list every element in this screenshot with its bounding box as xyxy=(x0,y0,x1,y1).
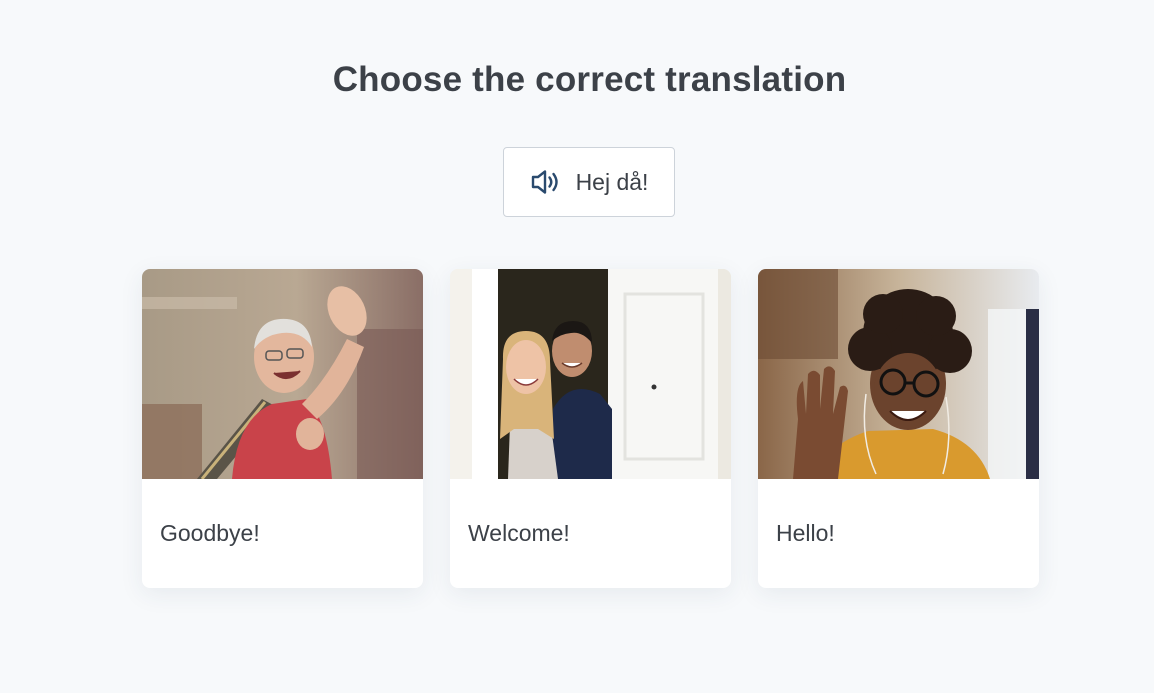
option-photo-woman-waving xyxy=(142,269,423,479)
page-title: Choose the correct translation xyxy=(332,60,847,99)
option-card-goodbye[interactable]: Goodbye! xyxy=(142,269,423,588)
audio-phrase: Hej då! xyxy=(575,168,649,195)
option-card-welcome[interactable]: Welcome! xyxy=(450,269,731,588)
option-card-hello[interactable]: Hello! xyxy=(758,269,1039,588)
exercise-page: Choose the correct translation Hej då! G… xyxy=(0,0,1154,693)
answer-options: Goodbye! Welcome! Hello! xyxy=(142,269,1039,588)
speaker-icon xyxy=(530,169,562,195)
option-label: Goodbye! xyxy=(160,520,260,546)
option-photo-man-waving-hello xyxy=(758,269,1039,479)
option-photo-couple-at-door xyxy=(450,269,731,479)
option-label: Hello! xyxy=(776,520,835,546)
option-label: Welcome! xyxy=(468,520,570,546)
audio-play-button[interactable]: Hej då! xyxy=(503,147,675,217)
